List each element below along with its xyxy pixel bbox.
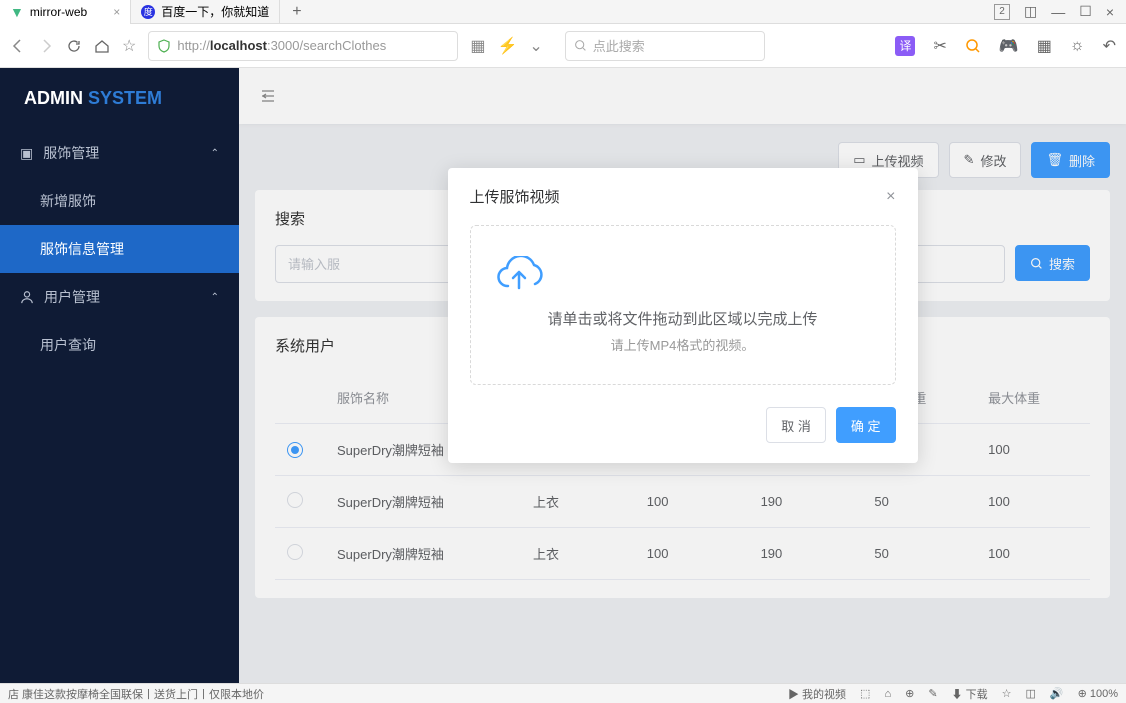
tab-title: 百度一下，你就知道 [161, 3, 269, 20]
status-icon[interactable]: ◫ [1025, 687, 1035, 700]
browser-tab-1[interactable]: ▼ mirror-web × [0, 0, 131, 24]
status-left: 店 康佳这款按摩椅全国联保丨送货上门丨仅限本地价 [8, 686, 264, 702]
sidebar-item-label: 新增服饰 [40, 191, 96, 211]
minimize-icon[interactable]: — [1051, 4, 1065, 20]
sidebar-item-clothes[interactable]: ▣ 服饰管理 ⌃ [0, 129, 239, 177]
close-icon[interactable]: × [113, 5, 120, 19]
sidebar-item-users[interactable]: 用户管理 ⌃ [0, 273, 239, 321]
status-icon[interactable]: ☆ [1002, 687, 1012, 700]
upload-text: 请单击或将文件拖动到此区域以完成上传 [491, 308, 875, 329]
reload-button[interactable] [66, 38, 82, 54]
translate-icon[interactable]: 译 [895, 36, 915, 56]
sun-icon[interactable]: ☼ [1070, 37, 1085, 55]
browser-tab-2[interactable]: 度 百度一下，你就知道 [131, 0, 280, 24]
star-icon[interactable]: ☆ [122, 36, 136, 56]
url-text: http://localhost:3000/searchClothes [177, 38, 386, 53]
sidebar-item-label: 服饰信息管理 [40, 239, 124, 259]
back-button[interactable] [10, 38, 26, 54]
modal-title: 上传服饰视频 [470, 186, 560, 207]
sidebar-item-label: 服饰管理 [43, 143, 99, 163]
bookmark-icon[interactable]: ◫ [1024, 3, 1037, 20]
gallery-icon: ▣ [20, 145, 33, 162]
baidu-icon: 度 [141, 5, 155, 19]
scissors-icon[interactable]: ✂ [933, 36, 946, 56]
status-icon[interactable]: ⊕ [905, 687, 914, 700]
vue-icon: ▼ [10, 4, 24, 20]
browser-search[interactable]: 点此搜索 [565, 31, 765, 61]
logo: ADMIN SYSTEM [0, 68, 239, 129]
close-window-icon[interactable]: × [1106, 4, 1114, 20]
sidebar-item-clothes-add[interactable]: 新增服饰 [0, 177, 239, 225]
chevron-down-icon[interactable]: ⌄ [529, 36, 542, 56]
status-zoom[interactable]: ⊕ 100% [1078, 687, 1118, 700]
status-icon[interactable]: ✎ [928, 687, 937, 700]
cancel-button[interactable]: 取 消 [766, 407, 826, 443]
upload-hint: 请上传MP4格式的视频。 [491, 335, 875, 354]
undo-icon[interactable]: ↶ [1103, 36, 1116, 56]
maximize-icon[interactable]: ☐ [1079, 3, 1092, 20]
upload-dropzone[interactable]: 请单击或将文件拖动到此区域以完成上传 请上传MP4格式的视频。 [470, 225, 896, 385]
modal-overlay[interactable]: 上传服饰视频 × 请单击或将文件拖动到此区域以完成上传 请上传MP4格式的视频。… [239, 68, 1126, 703]
counter-badge[interactable]: 2 [994, 4, 1010, 20]
home-button[interactable] [94, 38, 110, 54]
status-video[interactable]: ▶ 我的视频 [788, 686, 846, 702]
confirm-button[interactable]: 确 定 [836, 407, 896, 443]
search-icon [574, 39, 587, 52]
chevron-up-icon: ⌃ [211, 292, 219, 303]
apps-icon[interactable]: ▦ [1037, 36, 1052, 56]
status-download[interactable]: ⬇ 下载 [952, 686, 988, 702]
search-placeholder: 点此搜索 [593, 36, 645, 55]
chevron-up-icon: ⌃ [211, 148, 219, 159]
sidebar-item-label: 用户管理 [44, 287, 100, 307]
sidebar-item-users-query[interactable]: 用户查询 [0, 321, 239, 369]
shield-icon [157, 39, 171, 53]
tab-title: mirror-web [30, 5, 87, 19]
status-bar: 店 康佳这款按摩椅全国联保丨送货上门丨仅限本地价 ▶ 我的视频 ⬚ ⌂ ⊕ ✎ … [0, 683, 1126, 703]
qr-icon[interactable]: ▦ [470, 36, 485, 56]
url-bar[interactable]: http://localhost:3000/searchClothes [148, 31, 458, 61]
sidebar-item-label: 用户查询 [40, 335, 96, 355]
gamepad-icon[interactable]: 🎮 [999, 36, 1019, 56]
status-icon[interactable]: 🔊 [1050, 687, 1064, 700]
new-tab-button[interactable]: + [280, 3, 313, 21]
user-icon [20, 290, 34, 304]
sidebar-item-clothes-info[interactable]: 服饰信息管理 [0, 225, 239, 273]
status-icon[interactable]: ⌂ [884, 688, 891, 700]
status-icon[interactable]: ⬚ [860, 687, 870, 700]
main-content: ▭ 上传视频 ✎ 修改 🗑 删除 搜索 搜索 [239, 68, 1126, 703]
upload-modal: 上传服饰视频 × 请单击或将文件拖动到此区域以完成上传 请上传MP4格式的视频。… [448, 168, 918, 463]
forward-button[interactable] [38, 38, 54, 54]
magnify-icon[interactable] [965, 38, 981, 54]
browser-toolbar: ☆ http://localhost:3000/searchClothes ▦ … [0, 24, 1126, 68]
browser-tab-strip: ▼ mirror-web × 度 百度一下，你就知道 + 2 ◫ — ☐ × [0, 0, 1126, 24]
cloud-upload-icon [491, 256, 875, 296]
bolt-icon[interactable]: ⚡ [497, 36, 517, 56]
sidebar: ADMIN SYSTEM ▣ 服饰管理 ⌃ 新增服饰 服饰信息管理 用户管理 ⌃… [0, 68, 239, 703]
modal-close-button[interactable]: × [886, 188, 895, 206]
